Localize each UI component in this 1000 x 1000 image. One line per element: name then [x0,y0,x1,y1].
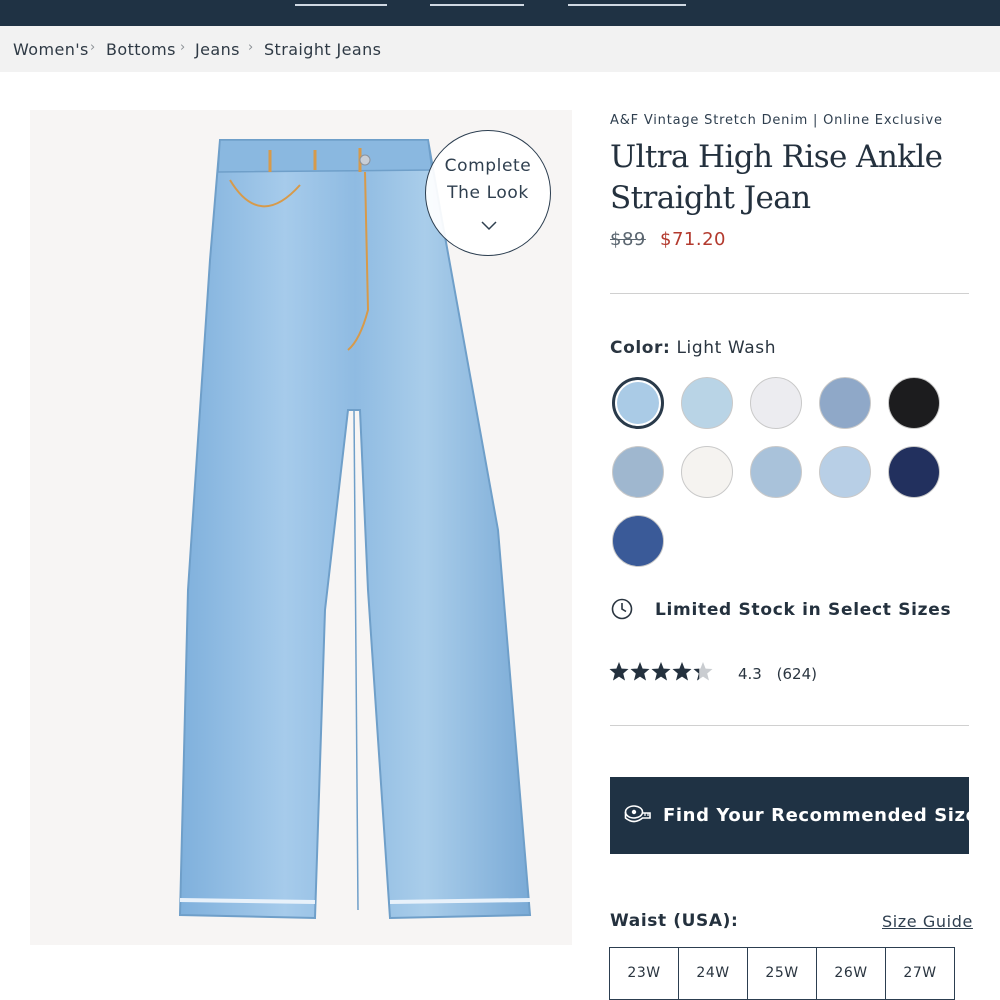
clock-icon [611,598,633,620]
color-swatch[interactable] [888,377,940,429]
color-swatch[interactable] [819,446,871,498]
chevron-right-icon: › [248,40,254,55]
top-nav-link[interactable] [430,0,524,6]
color-swatch[interactable] [750,377,802,429]
color-swatch[interactable] [750,446,802,498]
original-price: $89 [610,229,646,250]
size-option[interactable]: 27W [885,947,955,1000]
review-count: (624) [776,665,817,683]
color-swatch[interactable] [681,446,733,498]
product-title: Ultra High Rise Ankle Straight Jean [610,139,943,216]
complete-the-look-line1: Complete [444,156,532,176]
star-rating[interactable] [608,660,720,686]
top-nav-bar [0,0,1000,26]
color-swatch[interactable] [681,377,733,429]
selected-color-name: Light Wash [676,338,777,358]
size-option[interactable]: 26W [816,947,886,1000]
color-label: Color: [610,338,671,358]
breadcrumb-straight-jeans[interactable]: Straight Jeans [264,40,381,59]
measuring-tape-icon [624,805,651,823]
size-option[interactable]: 23W [609,947,679,1000]
divider [610,293,969,294]
chevron-right-icon: › [90,40,96,55]
top-nav-link[interactable] [568,0,686,6]
product-collection: A&F Vintage Stretch Denim | Online Exclu… [610,113,943,128]
stock-status: Limited Stock in Select Sizes [655,600,952,620]
find-recommended-size-button[interactable]: Find Your Recommended Size [610,777,978,854]
waist-label: Waist (USA): [610,911,739,931]
breadcrumb-jeans[interactable]: Jeans [195,40,240,59]
breadcrumb: Women's › Bottoms › Jeans › Straight Jea… [0,26,1000,72]
star-icons-filled [609,662,700,681]
color-swatch[interactable] [612,446,664,498]
size-option[interactable]: 25W [747,947,817,1000]
size-option[interactable]: 24W [678,947,748,1000]
find-size-label: Find Your Recommended Size [663,805,979,826]
color-swatch[interactable] [612,515,664,567]
color-selector-label: Color: Light Wash [610,338,776,358]
color-swatch[interactable] [888,446,940,498]
color-swatch[interactable] [612,377,664,429]
divider [610,725,969,726]
chevron-down-icon [481,221,497,231]
rating-score: 4.3 [738,665,762,683]
size-guide-link[interactable]: Size Guide [882,912,973,931]
breadcrumb-women[interactable]: Women's [13,40,89,59]
color-swatch[interactable] [819,377,871,429]
sale-price: $71.20 [660,229,726,250]
rating-summary[interactable]: 4.3 (624) [738,665,817,683]
top-nav-link[interactable] [295,0,387,6]
complete-the-look-button[interactable]: Complete The Look [425,130,551,256]
complete-the-look-line2: The Look [447,183,529,203]
chevron-right-icon: › [180,40,186,55]
breadcrumb-bottoms[interactable]: Bottoms [106,40,176,59]
